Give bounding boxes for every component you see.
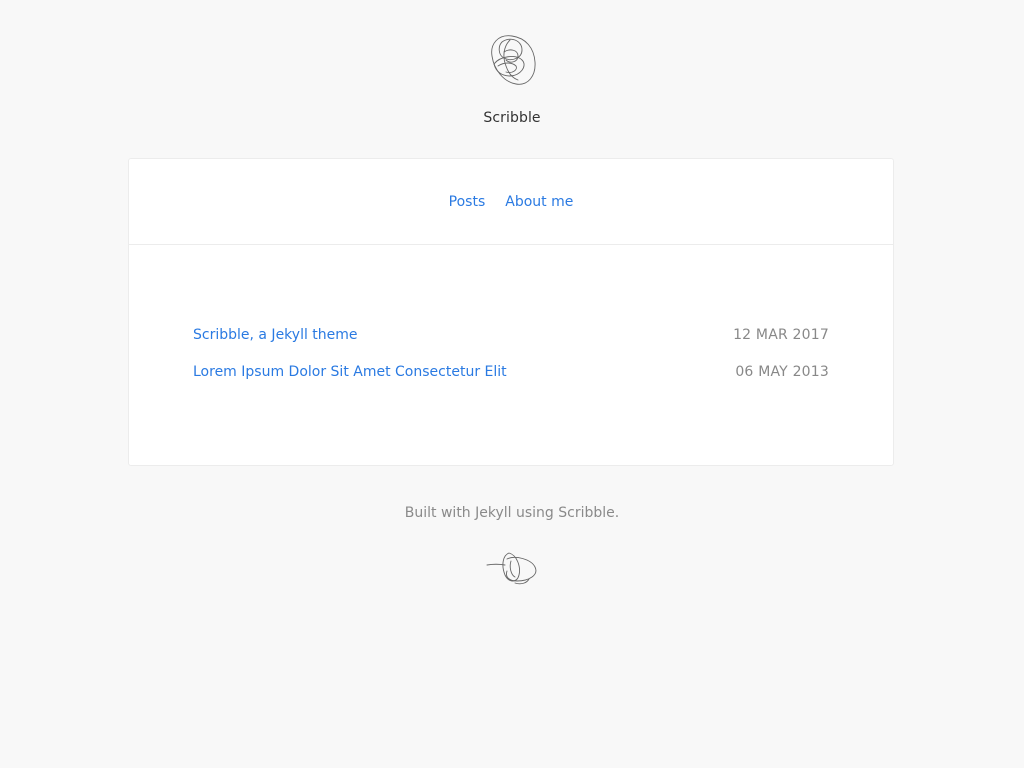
site-title[interactable]: Scribble [0,110,1024,126]
site-header: Scribble [0,0,1024,128]
site-logo-link[interactable] [482,30,542,92]
content-card: Posts About me Scribble, a Jekyll theme … [128,158,894,466]
list-item: Lorem Ipsum Dolor Sit Amet Consectetur E… [193,364,829,401]
footer-text: Built with Jekyll using Scribble. [404,505,620,521]
scribble-signature-icon [486,552,537,585]
post-list: Scribble, a Jekyll theme 12 MAR 2017 Lor… [193,327,829,401]
post-link[interactable]: Lorem Ipsum Dolor Sit Amet Consectetur E… [193,364,507,380]
post-date: 06 MAY 2013 [735,364,829,380]
site-footer: Built with Jekyll using Scribble. [0,502,1024,587]
nav-item-posts[interactable]: Posts [449,194,486,210]
post-link[interactable]: Scribble, a Jekyll theme [193,327,358,343]
main-nav: Posts About me [129,159,893,245]
post-date: 12 MAR 2017 [733,327,829,343]
scribble-logo-icon [491,35,536,85]
list-item: Scribble, a Jekyll theme 12 MAR 2017 [193,327,829,364]
nav-item-about-me[interactable]: About me [505,194,573,210]
